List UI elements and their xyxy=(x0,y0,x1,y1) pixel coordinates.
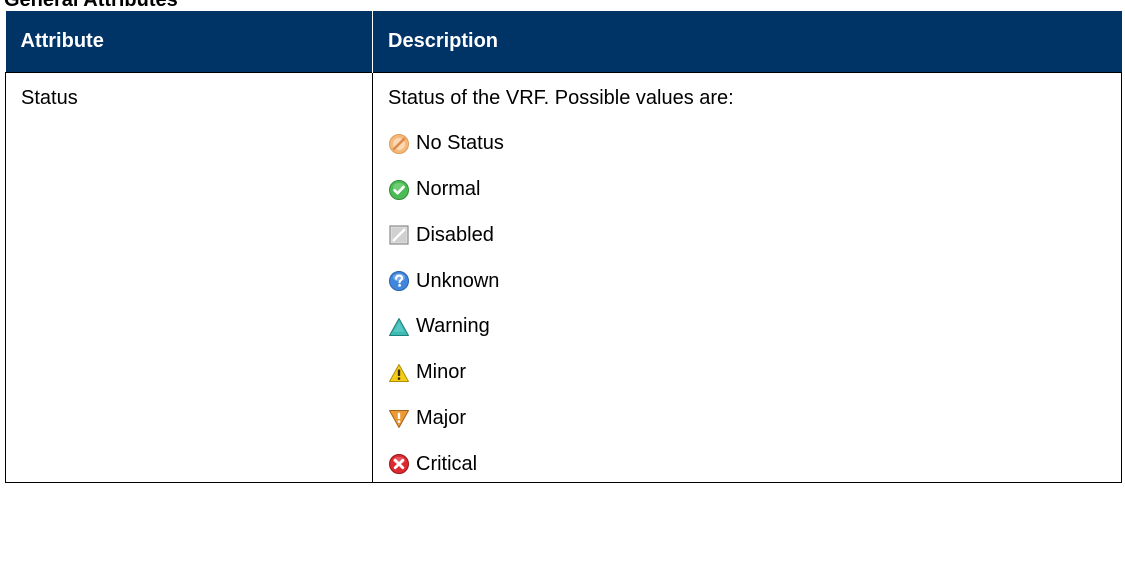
description-column-header: Description xyxy=(372,11,1122,72)
minor-alert-icon xyxy=(388,362,410,384)
attribute-column-header: Attribute xyxy=(5,11,373,72)
status-value-item: Normal xyxy=(388,155,1121,201)
attributes-table: Attribute Description Status Status of t… xyxy=(5,11,1122,483)
status-value-label: Warning xyxy=(416,315,490,338)
status-value-label: No Status xyxy=(416,132,504,155)
status-value-label: Disabled xyxy=(416,223,494,246)
cell-bottom-spacer xyxy=(388,476,1121,482)
status-value-label: Critical xyxy=(416,452,478,475)
disabled-icon xyxy=(388,224,410,246)
table-header-row: Attribute Description xyxy=(5,11,1122,72)
status-value-label: Major xyxy=(416,407,467,430)
attribute-name: Status xyxy=(21,86,78,109)
status-value-item: Critical xyxy=(388,430,1121,476)
warning-triangle-icon xyxy=(388,316,410,338)
table-row: Status Status of the VRF. Possible value… xyxy=(5,71,1122,483)
status-value-item: Minor xyxy=(388,338,1121,384)
status-value-item: Disabled xyxy=(388,201,1121,247)
status-value-label: Minor xyxy=(416,361,467,384)
no-status-icon xyxy=(388,133,410,155)
status-value-item: No Status xyxy=(388,110,1121,156)
status-value-item: Unknown xyxy=(388,247,1121,293)
critical-x-icon xyxy=(388,453,410,475)
description-cell: Status of the VRF. Possible values are: xyxy=(372,71,1122,483)
status-value-label: Unknown xyxy=(416,269,500,292)
normal-check-icon xyxy=(388,179,410,201)
attribute-cell: Status xyxy=(5,71,373,483)
status-value-label: Normal xyxy=(416,178,481,201)
status-values-list: No Status Normal Disabled Unknown Warnin… xyxy=(388,110,1121,476)
status-value-item: Warning xyxy=(388,293,1121,339)
major-alert-icon xyxy=(388,408,410,430)
unknown-question-icon xyxy=(388,270,410,292)
description-intro: Status of the VRF. Possible values are: xyxy=(388,86,734,109)
status-value-item: Major xyxy=(388,384,1121,430)
